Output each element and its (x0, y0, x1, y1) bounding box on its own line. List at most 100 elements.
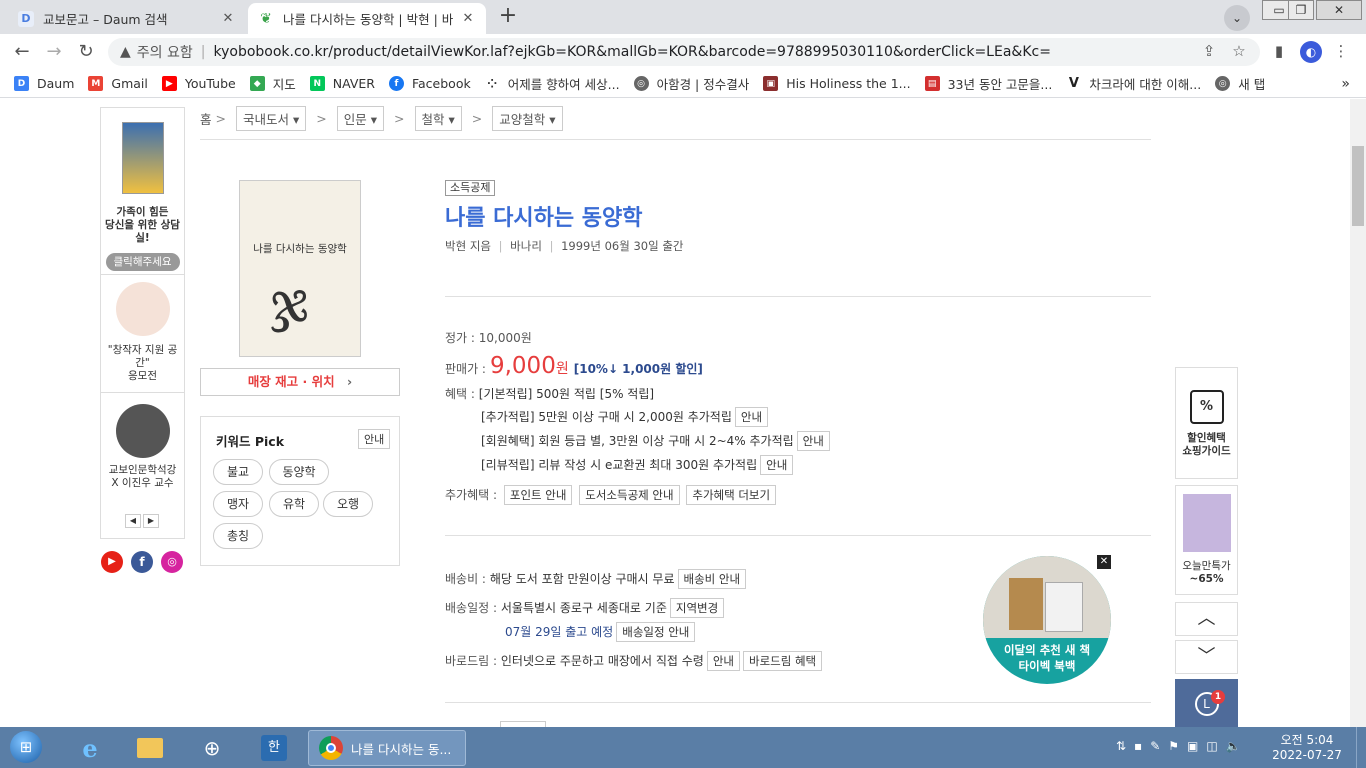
benefit-row: [회원혜택] 회원 등급 별, 3만원 이상 구매 시 2~4% 추가적립 안내 (481, 431, 830, 451)
reload-icon[interactable]: ↻ (74, 42, 98, 62)
click-button[interactable]: 클릭해주세요 (105, 253, 180, 271)
book-cover[interactable]: 나를 다시하는 동양학 ჯ (239, 180, 361, 357)
book-title: 나를 다시하는 동양학 (445, 206, 643, 231)
point-guide-button[interactable]: 포인트 안내 (503, 485, 573, 505)
globe-icon: ◎ (1215, 76, 1231, 91)
breadcrumb-category-3[interactable]: 철학 ▾ (414, 105, 462, 131)
hangul-icon[interactable]: 한 (252, 731, 296, 765)
recent-view-button[interactable]: L 1 (1175, 679, 1238, 727)
bookmark-map[interactable]: ◆ 지도 (249, 74, 296, 93)
today-special-widget[interactable]: 오늘만특가 ~65% (1175, 485, 1238, 595)
close-icon[interactable]: ✕ (460, 11, 476, 26)
new-tab-button[interactable]: + (494, 5, 522, 29)
instagram-icon[interactable]: ◎ (161, 551, 183, 573)
recommend-popup[interactable]: 이달의 추천 새 책 타이벡 북백 (983, 556, 1111, 684)
barodrim-benefit-button[interactable]: 바로드림 혜택 (742, 651, 823, 671)
tax-deduction-guide-button[interactable]: 도서소득공제 안내 (579, 485, 680, 505)
benefit-guide-button[interactable]: 안내 (734, 407, 769, 427)
show-desktop-button[interactable] (1356, 727, 1366, 768)
daum-icon: D (14, 76, 29, 91)
benefit-guide-button[interactable]: 안내 (760, 455, 794, 475)
promo-counseling[interactable]: 가족이 힘든 당신을 위한 상담실! 클릭해주세요 (101, 114, 184, 271)
promo-lecture[interactable]: 교보인문학석강 X 이진우 교수 (101, 404, 184, 490)
scrollbar-thumb[interactable] (1352, 146, 1364, 226)
side-panel-icon[interactable]: ▮ (1268, 42, 1290, 62)
app-icon[interactable]: ⊕ (190, 731, 234, 765)
scroll-down-button[interactable]: ﹀ (1175, 640, 1238, 674)
schedule-guide-button[interactable]: 배송일정 안내 (616, 622, 696, 642)
bookmark-facebook[interactable]: f Facebook (388, 76, 471, 91)
bag-photo (983, 556, 1111, 638)
next-arrow-icon[interactable]: ▶ (143, 514, 159, 528)
breadcrumb-category-2[interactable]: 인문 ▾ (336, 105, 385, 131)
menu-dots-icon[interactable]: ⋮ (1330, 42, 1352, 62)
more-benefits-button[interactable]: 추가혜택 더보기 (686, 485, 777, 505)
chevron-right-icon: > (316, 110, 327, 126)
tax-deduction-badge: 소득공제 (445, 180, 496, 196)
breadcrumb-home[interactable]: 홈 (200, 109, 212, 128)
author[interactable]: 박현 지음 (445, 239, 491, 253)
share-icon[interactable]: ⇪ (1198, 42, 1220, 62)
facebook-icon[interactable]: f (131, 551, 153, 573)
bookmarks-overflow-icon[interactable]: » (1341, 76, 1350, 92)
back-icon[interactable]: ← (10, 42, 34, 62)
close-icon[interactable]: ✕ (220, 11, 236, 26)
bookmark-youtube[interactable]: ▶ YouTube (161, 76, 236, 91)
release-row: 07월 29일 출고 예정 배송일정 안내 (505, 622, 696, 642)
keyword-tag[interactable]: 총칭 (213, 523, 263, 549)
bookmark-6[interactable]: ⁘ 어제를 향하여 세상... (484, 74, 620, 93)
bookmark-daum[interactable]: D Daum (14, 76, 74, 91)
keyword-tag[interactable]: 유학 (269, 491, 319, 517)
bookmark-naver[interactable]: N NAVER (309, 76, 375, 91)
system-tray-icons[interactable]: ⇅▪✎⚑▣◫🔈 (1116, 739, 1249, 753)
keyword-tag[interactable]: 불교 (213, 459, 263, 485)
product-thumbnail (1182, 494, 1231, 552)
chrome-taskbar-button[interactable]: 나를 다시하는 동... (308, 730, 466, 766)
bookmark-11[interactable]: ◎ 새 탭 (1215, 74, 1265, 93)
store-stock-button[interactable]: 매장 재고 · 위치 › (200, 368, 400, 396)
bookmark-10[interactable]: V 차크라에 대한 이해... (1066, 74, 1201, 93)
tab-kyobo[interactable]: ❦ 나를 다시하는 동양학 | 박현 | 바 ✕ (248, 3, 486, 34)
breadcrumb-category-4[interactable]: 교양철학 ▾ (492, 105, 563, 131)
bookmark-7[interactable]: ◎ 아함경 | 정수결사 (633, 74, 749, 93)
tab-search-button[interactable]: ⌄ (1224, 5, 1250, 31)
forward-icon[interactable]: → (42, 42, 66, 62)
youtube-icon[interactable]: ▶ (101, 551, 123, 573)
bookmark-star-icon[interactable]: ☆ (1228, 42, 1250, 62)
explorer-icon[interactable] (128, 731, 172, 765)
ie-icon[interactable]: e (68, 731, 112, 765)
release-date: 07월 29일 출고 예정 (505, 625, 614, 639)
tab-daum[interactable]: D 교보문고 – Daum 검색 ✕ (8, 3, 246, 34)
windows-taskbar: ⊞ e ⊕ 한 나를 다시하는 동... ⇅▪✎⚑▣◫🔈 오전 5:04 202… (0, 727, 1366, 768)
youtube-icon: ▶ (161, 76, 177, 91)
bookmark-gmail[interactable]: M Gmail (88, 76, 148, 91)
divider (445, 296, 1151, 297)
start-button[interactable]: ⊞ (4, 730, 48, 764)
promo-creator[interactable]: "창작자 지원 공간" 응모전 (101, 282, 184, 383)
keyword-tag[interactable]: 동양학 (269, 459, 329, 485)
address-bar[interactable]: ▲ 주의 요함 | kyobobook.co.kr/product/detail… (108, 38, 1260, 66)
profile-avatar[interactable]: ◐ (1300, 41, 1322, 63)
close-icon[interactable]: ✕ (1097, 555, 1111, 569)
scroll-up-button[interactable]: ︿ (1175, 602, 1238, 636)
benefit-guide-button[interactable]: 안내 (796, 431, 830, 451)
sale-price-row: 판매가 : 9,000 원 [10%↓ 1,000원 할인] (445, 353, 703, 379)
benefit-row: [추가적립] 5만원 이상 구매 시 2,000원 추가적립 안내 (481, 407, 769, 427)
system-clock[interactable]: 오전 5:04 2022-07-27 (1266, 733, 1348, 763)
keyword-tag[interactable]: 오행 (323, 491, 373, 517)
keyword-tag[interactable]: 맹자 (213, 491, 263, 517)
shopping-guide-widget[interactable]: % 할인혜택 쇼핑가이드 (1175, 367, 1238, 479)
bookmark-9[interactable]: ▤ 33년 동안 고문을... (924, 74, 1052, 93)
barodrim-guide-button[interactable]: 안내 (706, 651, 740, 671)
change-region-button[interactable]: 지역변경 (669, 598, 725, 618)
prev-arrow-icon[interactable]: ◀ (125, 514, 141, 528)
promo-text: 가족이 힘든 당신을 위한 상담실! (105, 206, 180, 244)
promo-text: 교보인문학석강 X 이진우 교수 (108, 464, 177, 489)
breadcrumb-category-1[interactable]: 국내도서 ▾ (236, 105, 307, 131)
maximize-button[interactable]: ❐ (1288, 0, 1314, 20)
keyword-guide-button[interactable]: 안내 (358, 429, 391, 449)
close-window-button[interactable]: ✕ (1316, 0, 1362, 20)
bookmark-8[interactable]: ▣ His Holiness the 1... (763, 76, 911, 91)
publisher[interactable]: 바나리 (510, 239, 542, 253)
shipping-fee-button[interactable]: 배송비 안내 (677, 569, 747, 589)
